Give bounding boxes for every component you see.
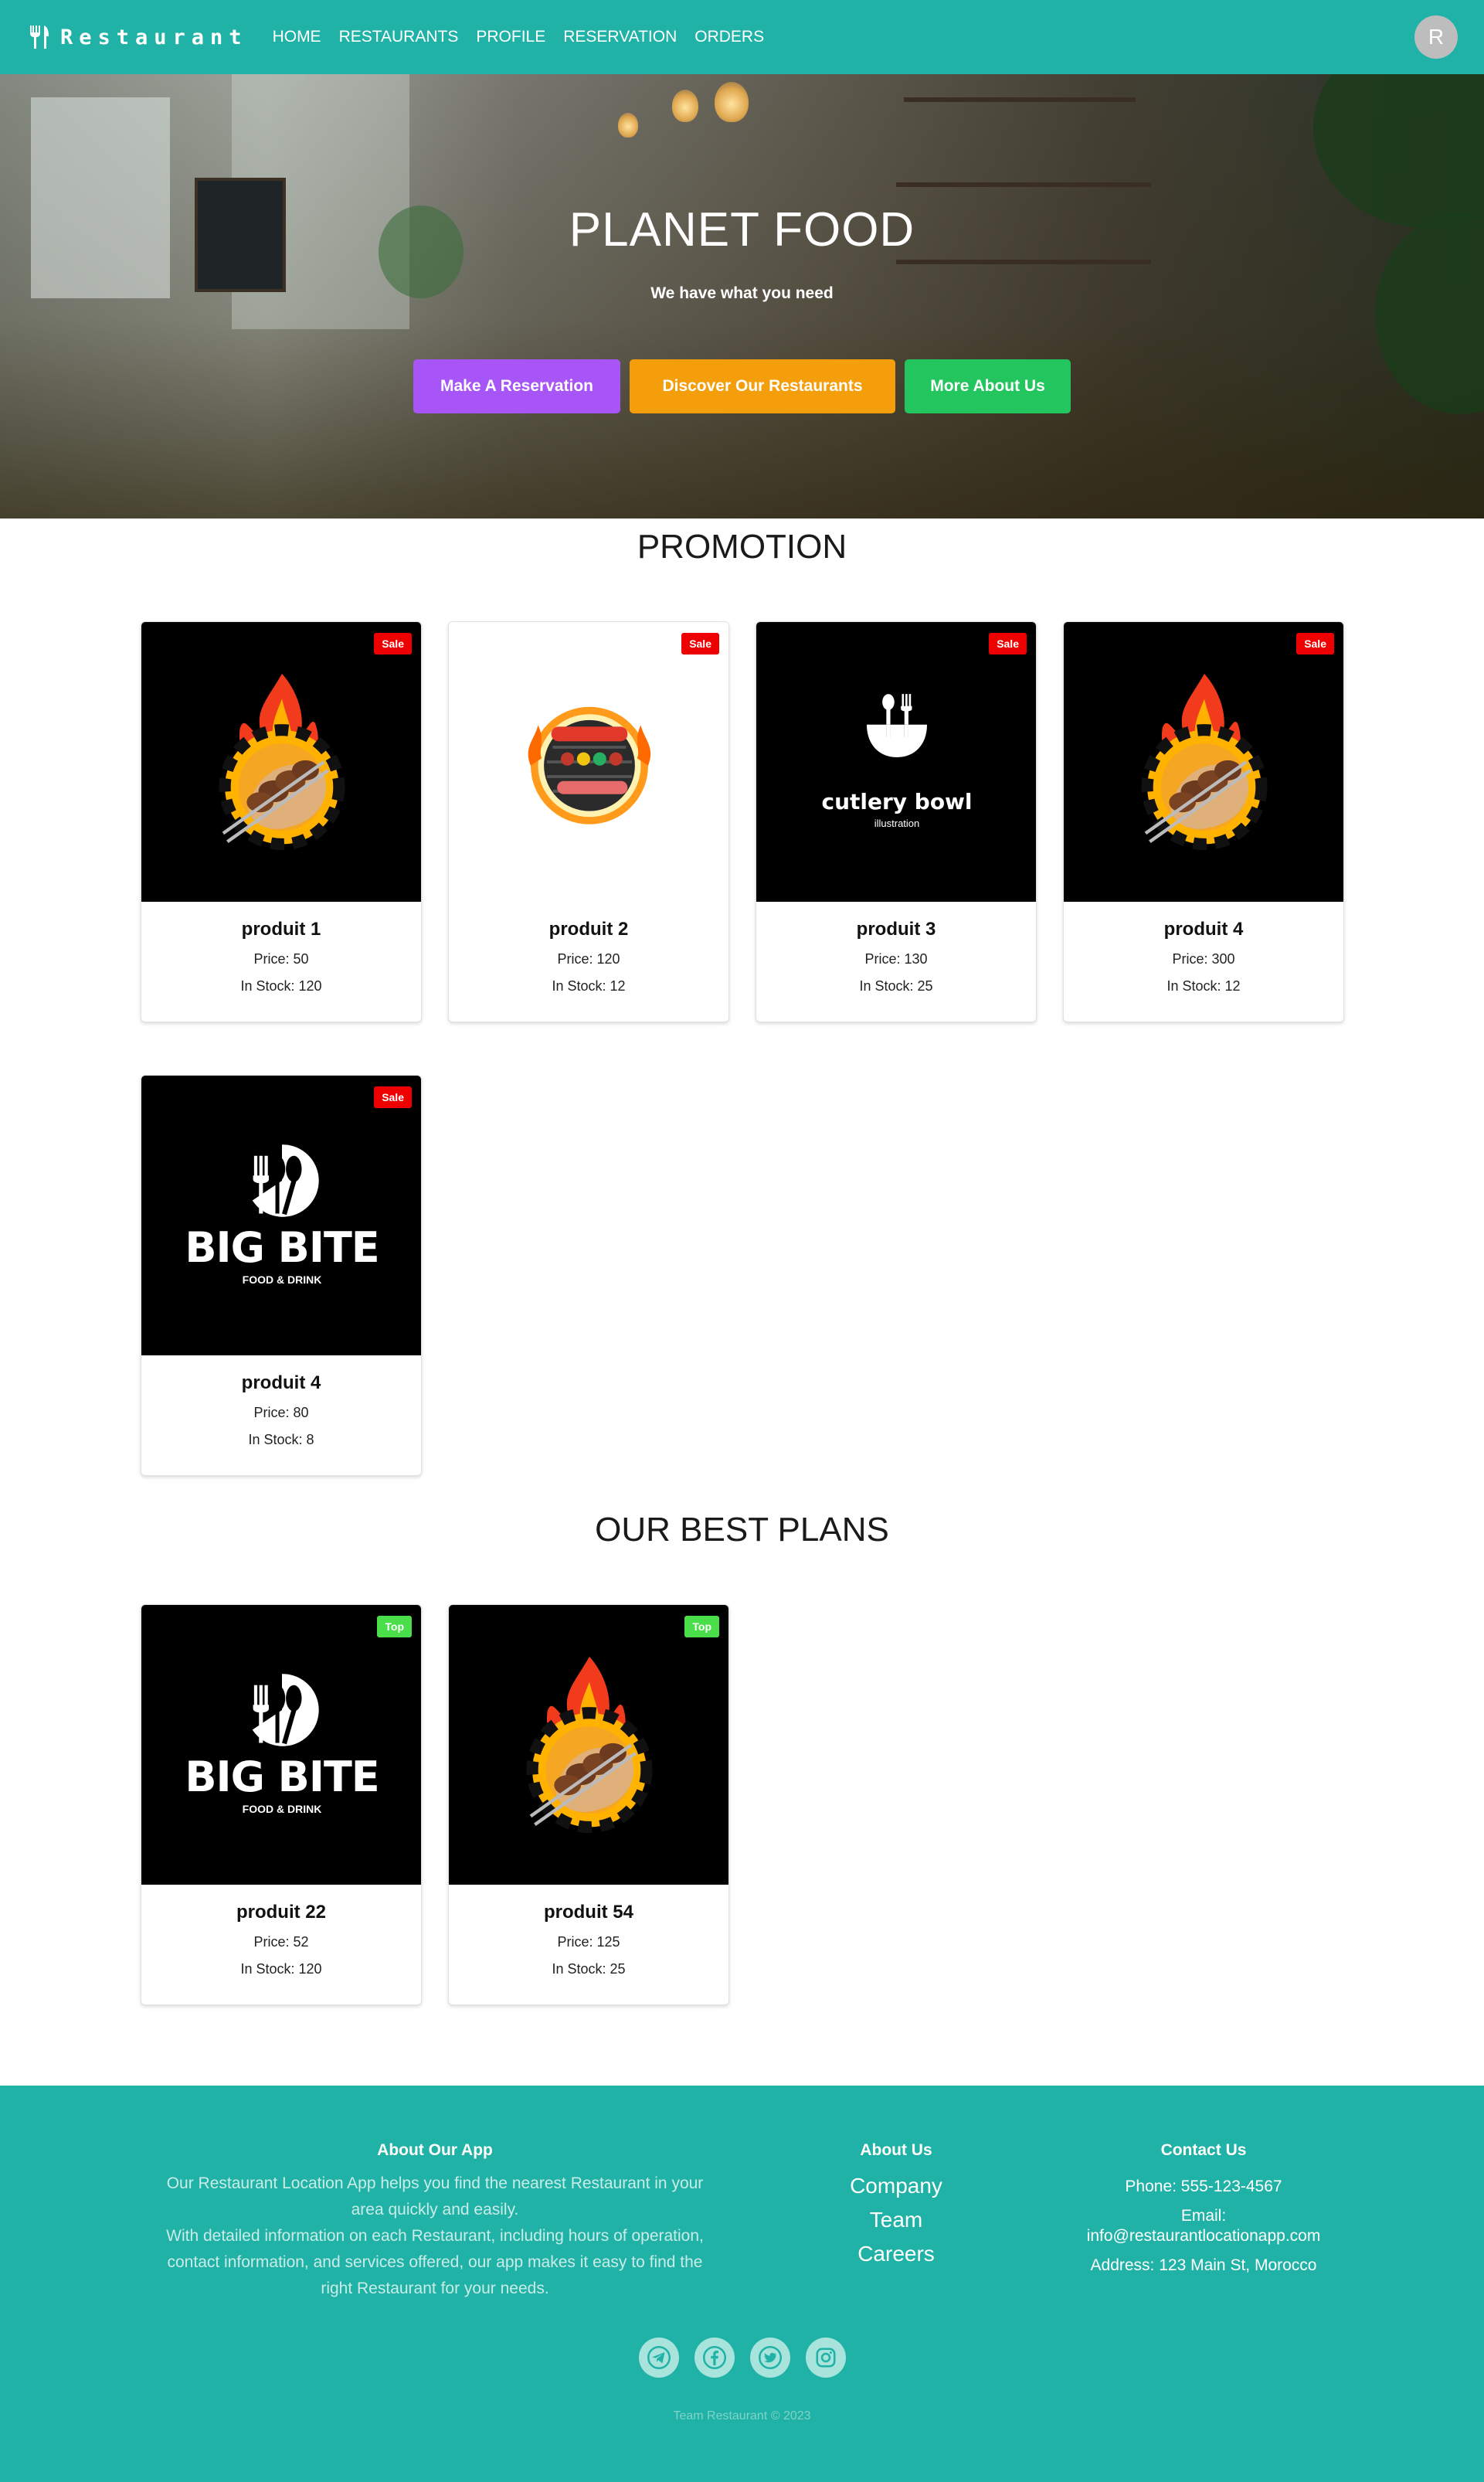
- product-card[interactable]: Sale produit 1 Price: 50 In Stock: 120: [141, 621, 422, 1022]
- telegram-icon[interactable]: [638, 2338, 679, 2378]
- footer-about-app-text: With detailed information on each Restau…: [166, 2227, 704, 2245]
- top-navbar: Restaurant HOME RESTAURANTS PROFILE RESE…: [0, 0, 1484, 74]
- logo-text: BIG BITE: [185, 1752, 379, 1801]
- big-bite-logo: BIG BITE FOOD & DRINK Sale: [141, 1076, 421, 1355]
- product-price: Price: 50: [253, 951, 309, 967]
- footer-about-app-text: right Restaurant for your needs.: [321, 2280, 549, 2297]
- promotion-title: PROMOTION: [637, 528, 847, 566]
- nav-links: HOME RESTAURANTS PROFILE RESERVATION ORD…: [273, 28, 783, 46]
- plan-price: Price: 125: [557, 1934, 620, 1950]
- product-name: produit 4: [1163, 919, 1244, 940]
- utensils-icon: [26, 24, 53, 50]
- footer-about-app-text: area quickly and easily.: [351, 2201, 519, 2218]
- sale-badge: Sale: [989, 633, 1027, 654]
- footer-link-careers[interactable]: Careers: [819, 2237, 973, 2271]
- product-stock: In Stock: 12: [1166, 978, 1241, 994]
- sale-badge: Sale: [1296, 633, 1334, 654]
- plan-stock: In Stock: 25: [552, 1961, 626, 1977]
- plan-name: produit 22: [236, 1902, 326, 1923]
- facebook-icon[interactable]: [694, 2338, 735, 2378]
- make-reservation-button[interactable]: Make A Reservation: [413, 359, 620, 413]
- product-price: Price: 80: [253, 1405, 309, 1420]
- hero-bg-window: [31, 97, 170, 298]
- product-price: Price: 300: [1172, 951, 1235, 967]
- best-plans-title: OUR BEST PLANS: [595, 1511, 889, 1549]
- product-card[interactable]: Sale produit 4 Price: 300 In Stock: 12: [1063, 621, 1344, 1022]
- hero-banner: PLANET FOOD We have what you need Make A…: [0, 74, 1484, 518]
- hero-title: PLANET FOOD: [569, 203, 915, 257]
- nav-link-orders[interactable]: ORDERS: [694, 28, 764, 46]
- plan-stock: In Stock: 120: [240, 1961, 322, 1977]
- logo-subtext: FOOD & DRINK: [242, 1273, 322, 1286]
- hero-bg-lamp: [618, 113, 638, 138]
- social-links: [0, 2338, 1484, 2378]
- hero-bg-lamp: [672, 90, 698, 122]
- footer-about-us: About Us Company Team Careers: [819, 2141, 973, 2271]
- brand-logo[interactable]: Restaurant: [26, 24, 248, 50]
- footer-about-us-heading: About Us: [860, 2141, 932, 2159]
- product-stock: In Stock: 120: [240, 978, 322, 994]
- twitter-icon[interactable]: [749, 2338, 790, 2378]
- product-name: produit 3: [856, 919, 936, 940]
- hero-subtitle: We have what you need: [650, 284, 834, 302]
- sale-badge: Sale: [374, 1086, 412, 1108]
- copyright-text: Team Restaurant © 2023: [673, 2409, 811, 2422]
- logo-subtext: illustration: [874, 818, 920, 829]
- footer-link-company[interactable]: Company: [819, 2169, 973, 2203]
- nav-link-home[interactable]: HOME: [273, 28, 321, 46]
- product-stock: In Stock: 8: [248, 1432, 314, 1447]
- cutlery-bowl-logo: cutlery bowl illustration Sale: [756, 622, 1036, 902]
- hero-bg-lamp: [715, 82, 749, 122]
- footer-about-app-heading: About Our App: [377, 2141, 493, 2159]
- grill-kebab-logo: Top: [449, 1605, 728, 1885]
- sale-badge: Sale: [374, 633, 412, 654]
- big-bite-logo: BIG BITE FOOD & DRINK Top: [141, 1605, 421, 1885]
- footer-contact-heading: Contact Us: [1160, 2141, 1247, 2159]
- hero-bg-shelf: [896, 260, 1151, 264]
- footer-about-app-text: Our Restaurant Location App helps you fi…: [166, 2174, 704, 2192]
- brand-name: Restaurant: [60, 25, 248, 49]
- plan-name: produit 54: [543, 1902, 633, 1923]
- product-name: produit 2: [548, 919, 629, 940]
- top-badge: Top: [684, 1616, 719, 1637]
- footer-email[interactable]: info@restaurantlocationapp.com: [1049, 2226, 1358, 2246]
- footer-phone: Phone: 555-123-4567: [1125, 2178, 1282, 2195]
- footer-about-app-text: contact information, and services offere…: [167, 2253, 703, 2271]
- footer-link-team[interactable]: Team: [819, 2203, 973, 2237]
- product-stock: In Stock: 12: [552, 978, 626, 994]
- grill-kebab-logo: Sale: [141, 622, 421, 902]
- product-name: produit 1: [241, 919, 321, 940]
- top-badge: Top: [377, 1616, 412, 1637]
- hero-bg-shelf: [904, 97, 1136, 102]
- footer-email-label: Email:: [1180, 2207, 1227, 2225]
- product-card[interactable]: BIG BITE FOOD & DRINK Sale produit 4 Pri…: [141, 1075, 422, 1476]
- grill-kebab-logo: Sale: [1064, 622, 1343, 902]
- product-price: Price: 120: [557, 951, 620, 967]
- product-stock: In Stock: 25: [859, 978, 933, 994]
- logo-subtext: FOOD & DRINK: [242, 1802, 322, 1815]
- footer-about-app: About Our App Our Restaurant Location Ap…: [141, 2141, 729, 2302]
- product-card[interactable]: cutlery bowl illustration Sale produit 3…: [756, 621, 1037, 1022]
- footer-contact: Contact Us Phone: 555-123-4567 Email: in…: [1049, 2141, 1358, 2276]
- plan-card[interactable]: Top produit 54 Price: 125 In Stock: 25: [448, 1604, 729, 2005]
- more-about-us-button[interactable]: More About Us: [905, 359, 1071, 413]
- logo-text: cutlery bowl: [821, 789, 973, 814]
- bbq-grill-logo: Sale: [449, 622, 728, 902]
- nav-link-restaurants[interactable]: RESTAURANTS: [339, 28, 459, 46]
- user-avatar[interactable]: R: [1414, 15, 1458, 59]
- product-card[interactable]: Sale produit 2 Price: 120 In Stock: 12: [448, 621, 729, 1022]
- instagram-icon[interactable]: [805, 2338, 846, 2378]
- plan-price: Price: 52: [253, 1934, 309, 1950]
- discover-restaurants-button[interactable]: Discover Our Restaurants: [630, 359, 895, 413]
- nav-link-reservation[interactable]: RESERVATION: [563, 28, 677, 46]
- hero-buttons: Make A Reservation Discover Our Restaura…: [0, 359, 1484, 413]
- footer-address: Address: 123 Main St, Morocco: [1090, 2256, 1317, 2274]
- sale-badge: Sale: [681, 633, 719, 654]
- logo-text: BIG BITE: [185, 1222, 379, 1272]
- product-price: Price: 130: [864, 951, 928, 967]
- nav-link-profile[interactable]: PROFILE: [476, 28, 545, 46]
- hero-bg-shelf: [896, 182, 1151, 187]
- plan-card[interactable]: BIG BITE FOOD & DRINK Top produit 22 Pri…: [141, 1604, 422, 2005]
- product-name: produit 4: [241, 1372, 321, 1393]
